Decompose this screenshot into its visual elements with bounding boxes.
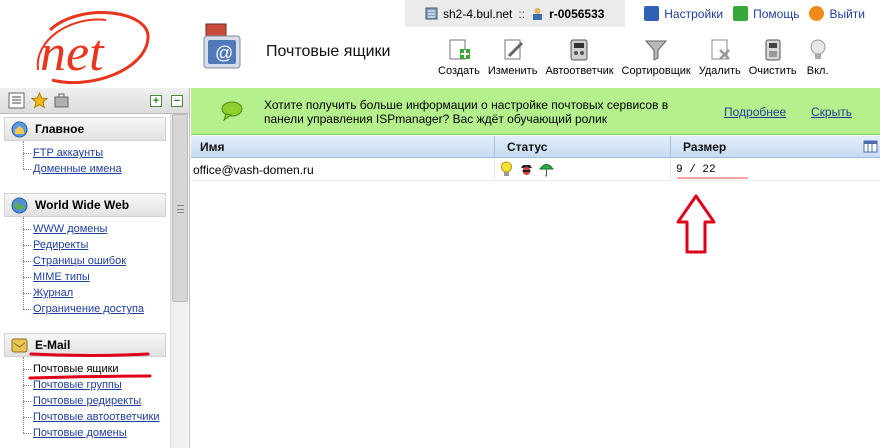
settings-icon xyxy=(644,6,660,21)
server-icon xyxy=(425,7,438,20)
create-icon xyxy=(449,39,470,60)
help-link[interactable]: Помощь xyxy=(733,6,799,21)
spy-icon xyxy=(521,165,532,175)
section-header-main[interactable]: Главное xyxy=(4,117,166,141)
section-links: Почтовые ящики Почтовые группы Почтовые … xyxy=(4,357,166,441)
umbrella-icon xyxy=(539,164,554,177)
column-header-name[interactable]: Имя xyxy=(200,136,225,158)
scrollbar-thumb[interactable] xyxy=(172,114,188,302)
banner-more-link[interactable]: Подробнее xyxy=(724,105,786,119)
sidebar-item-mail-domains[interactable]: Почтовые домены xyxy=(23,425,166,441)
section-links: FTP аккаунты Доменные имена xyxy=(4,141,166,177)
bulb-icon xyxy=(501,161,512,176)
sidebar-section-main: Главное FTP аккаунты Доменные имена xyxy=(4,117,166,177)
user-name: r-0056533 xyxy=(549,6,605,21)
autoresponder-button[interactable]: Автоответчик xyxy=(545,38,614,77)
table-header: Имя Статус Размер xyxy=(191,136,880,158)
clear-button[interactable]: Очистить xyxy=(749,38,797,77)
column-settings-icon[interactable] xyxy=(863,139,878,154)
up-arrow-annotation xyxy=(676,194,716,254)
delete-button[interactable]: Удалить xyxy=(699,38,741,77)
toolbar: Создать Изменить Автоответчик Сортировщи… xyxy=(438,38,839,77)
sidebar-tabs: + − xyxy=(0,88,189,114)
column-header-status[interactable]: Статус xyxy=(507,136,547,158)
logout-label: Выйти xyxy=(829,6,865,21)
sidebar: + − Главное FTP аккаунты Доменные имена xyxy=(0,88,190,448)
section-header-www[interactable]: World Wide Web xyxy=(4,193,166,217)
sidebar-item-mail-redirects[interactable]: Почтовые редиректы xyxy=(23,393,166,409)
sorter-label: Сортировщик xyxy=(621,65,691,77)
section-header-email[interactable]: E-Mail xyxy=(4,333,166,357)
sidebar-item-mail-autoresponders[interactable]: Почтовые автоответчики xyxy=(23,409,166,425)
sorter-button[interactable]: Сортировщик xyxy=(622,38,691,77)
column-header-size[interactable]: Размер xyxy=(683,136,726,158)
section-title: Главное xyxy=(35,122,85,136)
edit-icon xyxy=(504,39,523,60)
edit-button[interactable]: Изменить xyxy=(487,38,538,77)
sidebar-scrollbar[interactable] xyxy=(170,114,188,448)
sidebar-section-www: World Wide Web WWW домены Редиректы Стра… xyxy=(4,193,166,317)
user-icon xyxy=(533,8,543,20)
logo-text: net xyxy=(40,25,105,82)
edit-label: Изменить xyxy=(487,65,538,77)
bulb-icon xyxy=(810,39,826,59)
server-separator: :: xyxy=(518,6,526,21)
settings-label: Настройки xyxy=(664,6,724,21)
sidebar-item-mime-types[interactable]: MIME типы xyxy=(23,269,166,285)
logout-icon xyxy=(809,6,825,21)
list-view-icon[interactable] xyxy=(8,92,25,109)
mailbox-size: 9 / 22 xyxy=(676,164,716,176)
sidebar-item-mailboxes[interactable]: Почтовые ящики xyxy=(23,361,166,377)
table-row[interactable]: office@vash-domen.ru 9 / 22 xyxy=(191,159,880,181)
mailbox-name: office@vash-domen.ru xyxy=(193,163,314,177)
banner-hide-link[interactable]: Скрыть xyxy=(811,105,852,119)
help-icon xyxy=(733,6,749,21)
help-label: Помощь xyxy=(753,6,800,21)
net-logo: net xyxy=(36,11,150,85)
sidebar-item-redirects[interactable]: Редиректы xyxy=(23,237,166,253)
sidebar-item-www-domains[interactable]: WWW домены xyxy=(23,221,166,237)
chat-bubble-icon xyxy=(221,101,243,121)
svg-text:@: @ xyxy=(215,43,233,63)
home-icon xyxy=(11,121,28,137)
settings-link[interactable]: Настройки xyxy=(644,6,723,21)
sidebar-item-mail-groups[interactable]: Почтовые группы xyxy=(23,377,166,393)
sidebar-item-access-restriction[interactable]: Ограничение доступа xyxy=(23,301,166,317)
sidebar-item-log[interactable]: Журнал xyxy=(23,285,166,301)
banner-text: Хотите получить больше информации о наст… xyxy=(264,98,669,126)
sidebar-item-ftp-accounts[interactable]: FTP аккаунты xyxy=(23,145,166,161)
enable-button[interactable]: Вкл. xyxy=(805,38,831,77)
delete-label: Удалить xyxy=(698,65,741,77)
expand-all-icon[interactable]: + xyxy=(150,95,162,107)
sidebar-section-email: E-Mail Почтовые ящики Почтовые группы По… xyxy=(4,333,166,441)
star-icon[interactable] xyxy=(31,92,48,109)
section-links: WWW домены Редиректы Страницы ошибок MIM… xyxy=(4,217,166,317)
autoresponder-label: Автоответчик xyxy=(545,65,614,77)
envelope-icon xyxy=(11,338,28,352)
clear-label: Очистить xyxy=(748,65,797,77)
server-name: sh2-4.bul.net xyxy=(443,6,513,21)
delete-icon xyxy=(711,39,730,60)
globe-icon xyxy=(11,197,28,213)
clear-icon xyxy=(765,39,781,61)
logout-link[interactable]: Выйти xyxy=(809,6,865,21)
collapse-all-icon[interactable]: − xyxy=(171,95,183,107)
section-title: E-Mail xyxy=(35,338,71,352)
mailbox-icon: @ xyxy=(203,23,241,69)
create-label: Создать xyxy=(438,65,480,77)
create-button[interactable]: Создать xyxy=(438,38,480,77)
autoresponder-icon xyxy=(570,39,588,61)
sidebar-item-error-pages[interactable]: Страницы ошибок xyxy=(23,253,166,269)
server-bar: sh2-4.bul.net :: r-0056533 xyxy=(405,0,625,27)
enable-label: Вкл. xyxy=(806,65,829,77)
info-banner: Хотите получить больше информации о наст… xyxy=(191,88,880,135)
section-title: World Wide Web xyxy=(35,198,130,212)
app-root: { "header": { "logo_text": "net", "serve… xyxy=(0,0,880,448)
funnel-icon xyxy=(645,40,668,61)
page-title: Почтовые ящики xyxy=(266,43,391,60)
sidebar-item-domain-names[interactable]: Доменные имена xyxy=(23,161,166,177)
briefcase-icon[interactable] xyxy=(53,92,70,109)
top-links: Настройки Помощь Выйти xyxy=(634,6,865,21)
